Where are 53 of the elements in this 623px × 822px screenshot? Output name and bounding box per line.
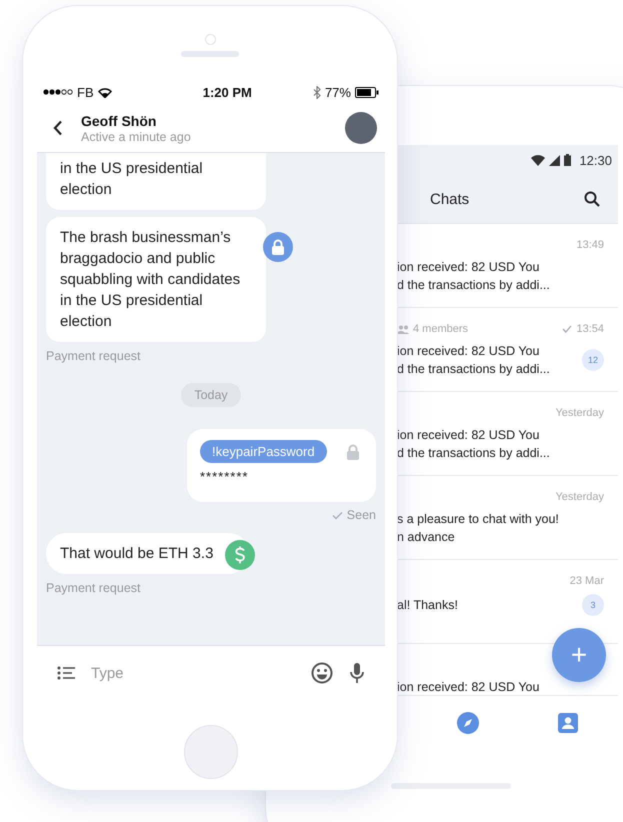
message-bubble: The brash businessman’s braggadocio and public squabbling with candidates in the US presidential election: [46, 217, 266, 342]
message-preview: al! Thanks!: [397, 597, 458, 614]
status-time: 1:20 PM: [202, 84, 252, 100]
carrier-name: FB: [77, 84, 94, 100]
member-count: 4 members: [413, 323, 468, 335]
message-preview: ion received: 82 USD You: [397, 343, 540, 360]
message-preview: ion received: 82 USD You: [397, 427, 540, 444]
message-preview: ion received: 82 USD You: [397, 679, 540, 695]
password-value: ********: [200, 469, 250, 484]
list-icon[interactable]: [57, 666, 75, 680]
battery-percent: 77%: [324, 84, 351, 100]
screen-title: Chats: [430, 190, 470, 208]
people-icon: [397, 324, 409, 334]
contact-icon[interactable]: [558, 713, 578, 733]
chat-time: 13:49: [576, 239, 604, 251]
message-input[interactable]: Type: [91, 664, 295, 682]
message-bubble: in the US presidential election: [46, 153, 266, 210]
chat-time: Yesterday: [555, 491, 604, 503]
lock-icon: [344, 442, 362, 460]
battery-icon: [564, 154, 572, 166]
signal-icon: [549, 154, 560, 166]
microphone-icon[interactable]: [349, 662, 365, 684]
date-separator: Today: [181, 383, 241, 407]
camera-lens: [205, 34, 216, 45]
status-time: 12:30: [579, 152, 612, 168]
password-tag: !keypairPassword: [200, 440, 327, 463]
chat-time: 13:54: [576, 323, 604, 335]
bluetooth-icon: [312, 86, 321, 98]
wifi-icon: [531, 154, 546, 166]
contact-name: Geoff Shön: [81, 112, 158, 128]
avatar[interactable]: [345, 112, 377, 144]
search-icon[interactable]: [584, 191, 600, 207]
back-icon[interactable]: [53, 120, 63, 136]
lock-icon: [263, 232, 293, 262]
unread-count: 12: [582, 349, 604, 371]
compass-icon[interactable]: [456, 712, 479, 734]
read-receipt: Seen: [346, 508, 376, 522]
check-icon: [332, 510, 343, 520]
message-caption: Payment request: [46, 581, 142, 595]
contact-status: Active a minute ago: [81, 130, 192, 144]
message-caption: Payment request: [46, 349, 142, 363]
signal-icon: [43, 88, 73, 96]
chat-time: 23 Mar: [570, 575, 604, 587]
unread-count: 3: [582, 594, 604, 616]
message-preview: n advance: [397, 529, 456, 546]
speaker-grille: [181, 51, 239, 57]
emoji-icon[interactable]: [311, 662, 333, 684]
check-icon: [562, 325, 572, 333]
dollar-icon: [225, 540, 255, 570]
message-preview: ion received: 82 USD You: [397, 259, 540, 276]
chat-time: Yesterday: [555, 407, 604, 419]
wifi-icon: [98, 86, 112, 98]
battery-icon: [354, 86, 379, 98]
